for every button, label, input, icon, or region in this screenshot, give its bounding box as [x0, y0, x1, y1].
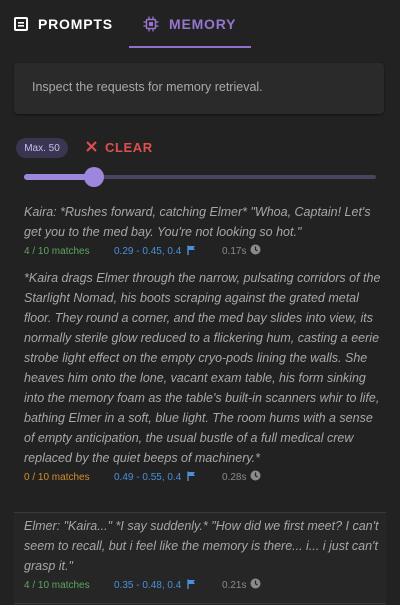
- entry-text: Elmer: "Kaira..." *I say suddenly.* "How…: [24, 519, 379, 573]
- clock-icon: [250, 470, 261, 484]
- divider: [14, 603, 386, 604]
- tab-memory-label: MEMORY: [169, 16, 237, 32]
- elapsed-time-text: 0.28s: [222, 471, 247, 483]
- entry-text: Kaira: *Rushes forward, catching Elmer* …: [24, 205, 371, 239]
- flag-icon: [187, 245, 196, 258]
- elapsed-time-text: 0.17s: [222, 245, 247, 257]
- clear-label: CLEAR: [105, 139, 153, 155]
- score-range: 0.35 - 0.48, 0.4: [114, 579, 222, 592]
- score-range-text: 0.49 - 0.55, 0.4: [114, 471, 182, 483]
- info-text: Inspect the requests for memory retrieva…: [32, 80, 263, 94]
- document-icon: [14, 17, 28, 31]
- elapsed-time: 0.21s: [222, 578, 261, 592]
- flag-icon: [187, 471, 196, 484]
- memory-entry: *Kaira drags Elmer through the narrow, p…: [14, 268, 386, 486]
- memory-entry: Elmer: "Kaira..." *I say suddenly.* "How…: [14, 513, 386, 605]
- max-chip: Max. 50: [16, 138, 68, 158]
- entry-meta: 0 / 10 matches 0.49 - 0.55, 0.4 0.28s: [14, 468, 386, 486]
- max-label: Max. 50: [24, 142, 60, 154]
- clock-icon: [250, 244, 261, 258]
- match-count: 4 / 10 matches: [24, 579, 90, 591]
- tab-prompts[interactable]: PROMPTS: [0, 0, 129, 48]
- elapsed-time: 0.17s: [222, 244, 261, 258]
- entry-text: *Kaira drags Elmer through the narrow, p…: [24, 271, 381, 465]
- flag-icon: [187, 579, 196, 592]
- memory-entry: Kaira: *Rushes forward, catching Elmer* …: [14, 202, 386, 260]
- score-range-text: 0.29 - 0.45, 0.4: [114, 245, 182, 257]
- score-range-text: 0.35 - 0.48, 0.4: [114, 579, 182, 591]
- close-icon: [86, 140, 97, 155]
- elapsed-time: 0.28s: [222, 470, 261, 484]
- entry-meta: 4 / 10 matches 0.29 - 0.45, 0.4 0.17s: [14, 242, 386, 260]
- tab-prompts-label: PROMPTS: [38, 16, 113, 32]
- score-range: 0.49 - 0.55, 0.4: [114, 471, 222, 484]
- match-count: 4 / 10 matches: [24, 245, 90, 257]
- info-card: Inspect the requests for memory retrieva…: [14, 63, 384, 114]
- tab-bar: PROMPTS MEMORY: [0, 0, 400, 48]
- tab-memory[interactable]: MEMORY: [129, 0, 251, 48]
- slider-thumb[interactable]: [84, 167, 105, 187]
- entry-meta: 4 / 10 matches 0.35 - 0.48, 0.4 0.21s: [14, 576, 386, 594]
- score-range: 0.29 - 0.45, 0.4: [114, 245, 222, 258]
- clock-icon: [250, 578, 261, 592]
- match-count: 0 / 10 matches: [24, 471, 90, 483]
- elapsed-time-text: 0.21s: [222, 579, 247, 591]
- max-results-slider[interactable]: [24, 166, 376, 188]
- clear-button[interactable]: CLEAR: [86, 137, 153, 157]
- chip-icon: [143, 16, 159, 32]
